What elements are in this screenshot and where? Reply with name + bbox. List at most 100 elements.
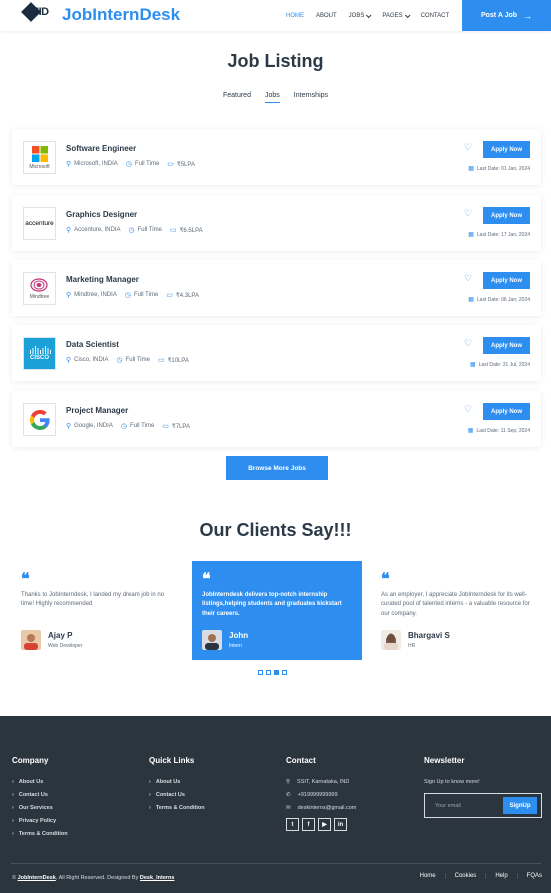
facebook-icon[interactable]: f [302,818,315,831]
job-card[interactable]: CISCO Data Scientist ⚲ Cisco, INDIA ◷ Full… [12,325,541,381]
nav-jobs[interactable]: JOBS [349,11,372,19]
clock-icon: ◷ [128,227,135,234]
signup-button[interactable]: SignUp [503,797,537,814]
calendar-icon: ▦ [469,362,476,368]
job-card[interactable]: G Project Manager ⚲Google, INDIA ◷Full T… [12,391,541,447]
quote-icon: ❝ [202,569,211,588]
browse-more-jobs-button[interactable]: Browse More Jobs [226,456,328,480]
nav-contact[interactable]: CONTACT [421,13,450,19]
carousel-dot[interactable] [266,670,271,675]
chevron-right-icon: › [12,792,14,798]
job-salary: ₹10LPA [167,357,189,364]
apply-now-button[interactable]: Apply Now [483,403,530,420]
job-card[interactable]: Microsoft Software Engineer ⚲ Microsoft, … [12,129,541,185]
job-title[interactable]: Software Engineer [66,144,136,153]
twitter-icon[interactable]: t [286,818,299,831]
footer-link-label: Terms & Condition [18,831,68,837]
heart-icon[interactable]: ♡ [464,208,472,219]
carousel-dot-active[interactable] [274,670,279,675]
footer-link[interactable]: › Our Services [12,805,68,811]
chevron-right-icon: › [12,818,14,824]
footer-bottom-fqas[interactable]: FQAs [516,873,542,879]
footer-link[interactable]: › Privacy Policy [12,818,68,824]
footer-link[interactable]: › Terms & Condition [12,831,68,837]
testimonial-card-featured: ❝ JobInterndesk delivers top-notch inter… [192,561,362,660]
avatar [202,630,222,650]
footer-link[interactable]: › Contact Us [149,792,205,798]
main-nav: HOME ABOUT JOBS PAGES CONTACT [286,0,461,31]
carousel-dot[interactable] [258,670,263,675]
company-logo-mindtree: Mindtree [23,272,56,305]
job-meta: ⚲ Cisco, INDIA ◷ Full Time ▭ ₹10LPA [66,356,189,364]
job-salary: ₹5LPA [176,161,195,168]
money-icon: ▭ [162,423,169,430]
testimonial-text: JobInterndesk delivers top-notch interns… [202,592,342,617]
location-pin-icon: ⚲ [286,779,291,785]
brand-logo[interactable]: JID JobInternDesk [21,2,180,25]
heart-icon[interactable]: ♡ [464,338,472,349]
footer-bottom-help[interactable]: Help [485,873,516,879]
footer-quick-links-title: Quick Links [149,756,195,765]
location-pin-icon: ⚲ [66,292,72,299]
copyright-text: , All Right Reserved. Designed By [55,875,140,881]
job-meta: ⚲ Google, INDIA ◷ Full Time ▭ ₹7LPA [66,422,190,430]
footer-company-title: Company [12,756,49,765]
nav-pages[interactable]: PAGES [382,11,411,19]
job-title[interactable]: Marketing Manager [66,275,139,284]
chevron-right-icon: › [149,792,151,798]
footer-link[interactable]: › Terms & Condition [149,805,205,811]
carousel-dots [258,670,287,675]
testimonial-role: HR [408,643,416,649]
job-title[interactable]: Data Scientist [66,340,119,349]
job-listing-title: Job Listing [227,51,324,71]
newsletter-form: SignUp [424,793,542,818]
nav-home[interactable]: HOME [286,13,304,19]
footer-link[interactable]: › About Us [149,779,205,785]
carousel-dot[interactable] [282,670,287,675]
footer-bottom-cookies[interactable]: Cookies [444,873,486,879]
nav-about[interactable]: ABOUT [316,13,337,19]
avatar [21,630,41,650]
company-logo-google [23,403,56,436]
tab-featured[interactable]: Featured [223,92,251,103]
envelope-icon: ✉ [286,805,291,811]
apply-now-button[interactable]: Apply Now [483,272,530,289]
footer-email-text: deskinterns@gmail.com [297,805,357,811]
footer-link-label: About Us [155,779,181,785]
footer-bottom-home[interactable]: Home [411,873,445,879]
company-logo-text: Mindtree [29,293,50,300]
location-pin-icon: ⚲ [66,357,72,364]
apply-now-button[interactable]: Apply Now [483,207,530,224]
heart-icon[interactable]: ♡ [464,273,472,284]
post-job-button[interactable]: Post A Job → [462,0,551,31]
clients-title: Our Clients Say!!! [199,520,352,540]
footer-email[interactable]: ✉ deskinterns@gmail.com [286,805,356,811]
footer-link-label: Terms & Condition [155,805,205,811]
footer-link[interactable]: › About Us [12,779,68,785]
job-meta: ⚲ Mindtree, INDIA ◷ Full Time ▭ ₹4.3LPA [66,291,199,299]
job-title[interactable]: Graphics Designer [66,210,137,219]
job-card[interactable]: accenture Graphics Designer ⚲ Accenture, … [12,195,541,251]
copyright-brand-link[interactable]: JobInternDesk [18,875,56,881]
quote-icon: ❝ [21,569,30,588]
clock-icon: ◷ [125,161,132,168]
footer-phone: ✆ +919999999999 [286,792,356,798]
heart-icon[interactable]: ♡ [464,142,472,153]
youtube-icon[interactable]: ▶ [318,818,331,831]
tab-internships[interactable]: Internships [294,92,328,103]
designer-link[interactable]: Desk_Interns [140,875,175,881]
listing-tabs: Featured Jobs Internships [0,92,551,103]
job-location: Microsoft, INDIA [74,161,118,167]
apply-now-button[interactable]: Apply Now [483,337,530,354]
job-title[interactable]: Project Manager [66,406,128,415]
footer-link-label: About Us [18,779,44,785]
tab-jobs[interactable]: Jobs [264,92,280,103]
newsletter-email-input[interactable] [429,798,501,813]
testimonial-card: ❝ Thanks to JobInterndesk, I landed my d… [11,561,181,660]
job-card[interactable]: Mindtree Marketing Manager ⚲ Mindtree, IN… [12,260,541,316]
heart-icon[interactable]: ♡ [464,404,472,415]
footer-link[interactable]: › Contact Us [12,792,68,798]
footer-quick-links: Quick Links › About Us › Contact Us › Terms… [149,756,205,818]
linkedin-icon[interactable]: in [334,818,347,831]
apply-now-button[interactable]: Apply Now [483,141,530,158]
